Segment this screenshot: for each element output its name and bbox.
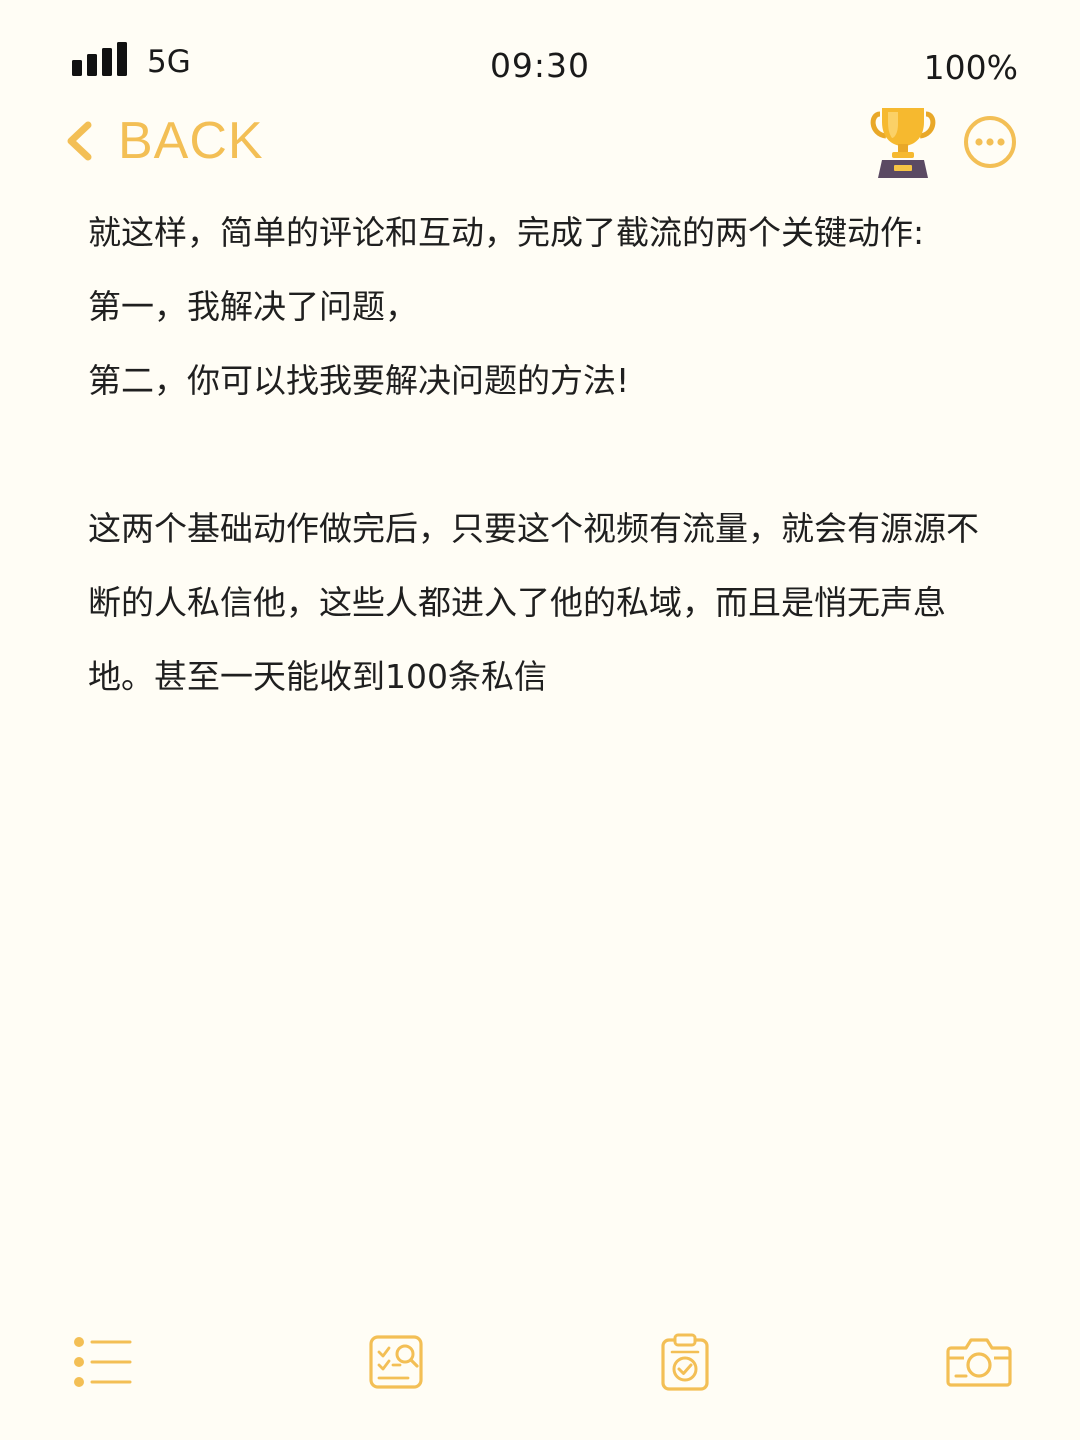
text-line: 第二，你可以找我要解决问题的方法! (88, 361, 630, 400)
text-line: 第一，我解决了问题， (88, 287, 418, 326)
back-button[interactable]: BACK (62, 108, 264, 174)
back-label: BACK (118, 112, 264, 170)
checklist-search-icon[interactable] (368, 1334, 424, 1390)
list-icon[interactable] (72, 1334, 132, 1390)
status-time: 09:30 (489, 46, 591, 85)
chevron-left-icon (67, 121, 92, 161)
text-paragraph: 这两个基础动作做完后，只要这个视频有流量，就会有源源不断的人私信他，这些人都进入… (88, 509, 979, 696)
camera-icon[interactable] (946, 1336, 1012, 1388)
status-bar: 5G 09:30 100% (0, 0, 1080, 110)
more-icon[interactable] (962, 114, 1018, 170)
clipboard-check-icon[interactable] (660, 1332, 710, 1392)
network-type: 5G (147, 44, 191, 80)
trophy-icon[interactable] (870, 104, 936, 178)
battery-level: 100% (923, 48, 1018, 87)
text-line: 就这样，简单的评论和互动，完成了截流的两个关键动作: (88, 213, 925, 252)
note-content: 就这样，简单的评论和互动，完成了截流的两个关键动作: 第一，我解决了问题， 第二… (88, 196, 1008, 714)
signal-icon (72, 42, 127, 76)
